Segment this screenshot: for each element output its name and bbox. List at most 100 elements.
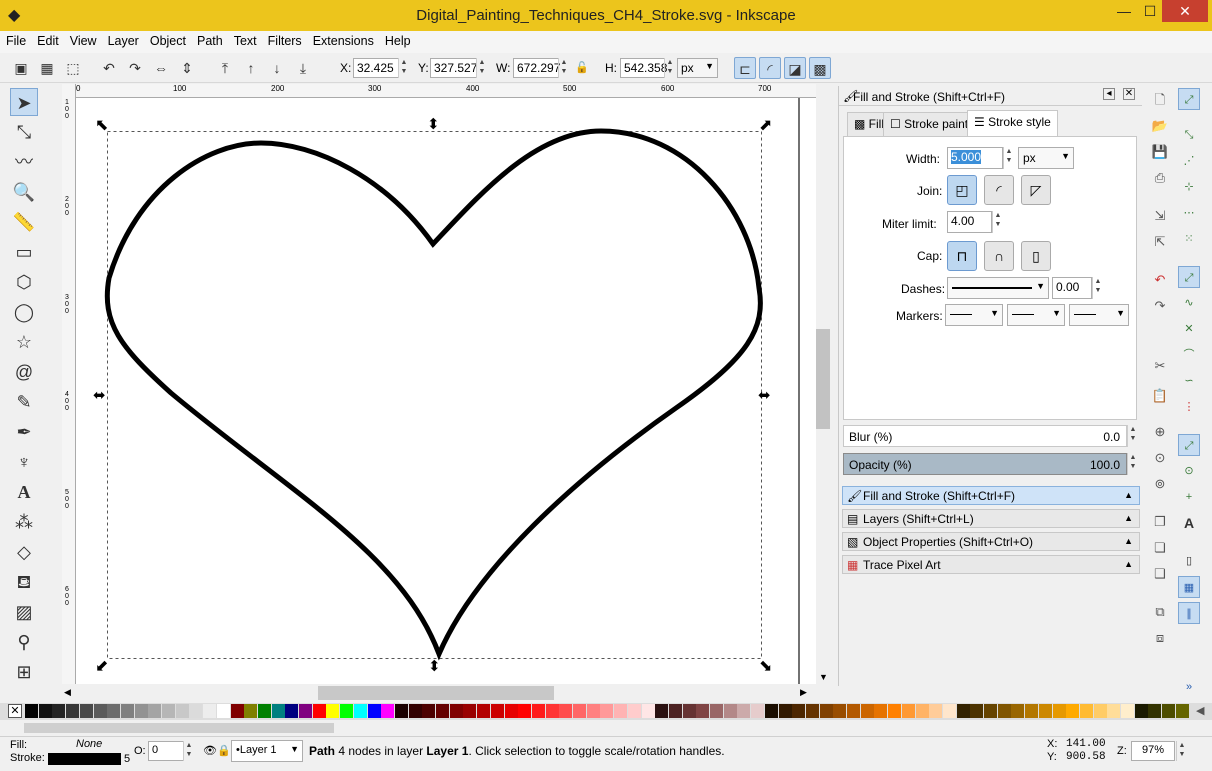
color-swatch[interactable]: [819, 704, 833, 718]
selector-tool-icon[interactable]: ➤: [10, 88, 38, 116]
select-all-layers-icon[interactable]: ▦: [36, 57, 58, 79]
lock-icon[interactable]: 🔓: [574, 57, 590, 79]
color-swatch[interactable]: [805, 704, 819, 718]
clone-icon[interactable]: ❏: [1150, 538, 1170, 558]
color-swatch[interactable]: [408, 704, 422, 718]
color-swatch[interactable]: [942, 704, 956, 718]
connector-tool-icon[interactable]: ⊞: [10, 658, 38, 686]
color-swatch[interactable]: [1134, 704, 1148, 718]
cut-icon[interactable]: ✂: [1150, 356, 1170, 376]
lower-icon[interactable]: ↓: [266, 57, 288, 79]
color-swatch[interactable]: [230, 704, 244, 718]
blur-slider[interactable]: Blur (%) 0.0: [843, 425, 1127, 447]
menu-text[interactable]: Text: [228, 31, 262, 48]
panel-object-properties[interactable]: ▧ Object Properties (Shift+Ctrl+O) ▲: [842, 532, 1140, 551]
color-swatch[interactable]: [518, 704, 532, 718]
color-swatch[interactable]: [285, 704, 299, 718]
color-swatch[interactable]: [148, 704, 162, 718]
square-cap-button[interactable]: ▯: [1021, 241, 1051, 271]
tab-stroke-style[interactable]: ☰ Stroke style: [967, 110, 1058, 137]
node-tool-icon[interactable]: ⤡: [10, 118, 38, 146]
snap-others-icon[interactable]: ⤢: [1178, 434, 1200, 456]
start-marker-select[interactable]: ▼: [945, 304, 1003, 326]
color-swatch[interactable]: [956, 704, 970, 718]
zoom-drawing-icon[interactable]: ⊙: [1150, 448, 1170, 468]
palette-scrollbar[interactable]: [0, 720, 1212, 736]
dash-pattern-select[interactable]: ▼: [947, 277, 1049, 299]
rectangle-tool-icon[interactable]: ▭: [10, 238, 38, 266]
stroke-indicator[interactable]: [48, 753, 121, 765]
color-swatch[interactable]: [1093, 704, 1107, 718]
color-swatch[interactable]: [422, 704, 436, 718]
palette-menu-icon[interactable]: ◀: [1196, 704, 1204, 717]
zoom-spinner[interactable]: ▲ ▼: [1176, 741, 1187, 761]
gradient-tool-icon[interactable]: ▨: [10, 598, 38, 626]
color-swatch[interactable]: [764, 704, 778, 718]
status-opacity-spinner[interactable]: ▲ ▼: [183, 741, 194, 761]
pen-tool-icon[interactable]: ✒: [10, 418, 38, 446]
color-swatch[interactable]: [52, 704, 66, 718]
menu-edit[interactable]: Edit: [31, 31, 64, 48]
color-swatch[interactable]: [1038, 704, 1052, 718]
color-swatch[interactable]: [751, 704, 765, 718]
deselect-icon[interactable]: ⬚: [62, 57, 84, 79]
color-swatch[interactable]: [1011, 704, 1025, 718]
color-swatch[interactable]: [847, 704, 860, 718]
raise-to-top-icon[interactable]: ⤒: [214, 57, 236, 79]
color-swatch[interactable]: [600, 704, 614, 718]
color-swatch[interactable]: [107, 704, 121, 718]
scale-radii-icon[interactable]: ◜: [759, 57, 781, 79]
color-swatch[interactable]: [655, 704, 669, 718]
color-swatch[interactable]: [970, 704, 984, 718]
color-swatch[interactable]: [162, 704, 175, 718]
color-swatch[interactable]: [38, 704, 52, 718]
color-swatch[interactable]: [120, 704, 134, 718]
pencil-tool-icon[interactable]: ✎: [10, 388, 38, 416]
snap-page-icon[interactable]: ▯: [1178, 550, 1200, 572]
end-marker-select[interactable]: ▼: [1069, 304, 1129, 326]
color-swatch[interactable]: [1162, 704, 1176, 718]
color-swatch[interactable]: [326, 704, 340, 718]
more-icon[interactable]: »: [1178, 676, 1200, 698]
miter-limit-spinner[interactable]: ▲ ▼: [992, 211, 1003, 233]
close-button[interactable]: ✕: [1162, 0, 1208, 22]
star-tool-icon[interactable]: ☆: [10, 328, 38, 356]
color-swatch[interactable]: [436, 704, 449, 718]
miter-join-button[interactable]: ◰: [947, 175, 977, 205]
menu-filters[interactable]: Filters: [262, 31, 307, 48]
color-swatch[interactable]: [394, 704, 408, 718]
color-swatch[interactable]: [1079, 704, 1093, 718]
color-swatch[interactable]: [353, 704, 367, 718]
color-swatch[interactable]: [381, 704, 395, 718]
maximize-button[interactable]: ☐: [1138, 0, 1162, 22]
snap-intersection-icon[interactable]: ✕: [1178, 318, 1200, 340]
color-swatch[interactable]: [463, 704, 477, 718]
color-swatch[interactable]: [25, 704, 38, 718]
x-input[interactable]: 32.425: [353, 58, 399, 78]
snap-nodes-icon[interactable]: ⤢: [1178, 266, 1200, 288]
vertical-scrollbar[interactable]: ▼: [816, 84, 832, 684]
scale-handle-icon[interactable]: ⬈: [759, 117, 772, 134]
rotate-ccw-icon[interactable]: ↶: [98, 57, 120, 79]
horizontal-scrollbar[interactable]: ◀ ▶: [62, 685, 832, 702]
panel-trace-pixel-art[interactable]: ▦ Trace Pixel Art ▲: [842, 555, 1140, 574]
color-swatch[interactable]: [1148, 704, 1162, 718]
paste-icon[interactable]: 📋: [1150, 386, 1170, 406]
no-paint-swatch[interactable]: ✕: [8, 704, 22, 718]
drawing-canvas[interactable]: ⬉ ⬍ ⬈ ⬌ ⬌ ⬋ ⬍ ⬊: [76, 98, 816, 684]
unit-select[interactable]: px ▼: [677, 58, 718, 78]
ungroup-icon[interactable]: ⧈: [1150, 628, 1170, 648]
stroke-width-value[interactable]: 5: [124, 753, 130, 765]
snap-grid-icon[interactable]: ▦: [1178, 576, 1200, 598]
flip-vertical-icon[interactable]: ⇕: [176, 57, 198, 79]
snap-bbox-edge-icon[interactable]: ⋰: [1178, 150, 1200, 172]
rotate-cw-icon[interactable]: ↷: [124, 57, 146, 79]
color-swatch[interactable]: [477, 704, 491, 718]
snap-midpoint-icon[interactable]: ⋮: [1178, 396, 1200, 418]
new-document-icon[interactable]: 🗋: [1150, 90, 1170, 110]
opacity-slider[interactable]: Opacity (%) 100.0: [843, 453, 1127, 475]
snap-enable-icon[interactable]: ⤢: [1178, 88, 1200, 110]
color-swatch[interactable]: [545, 704, 559, 718]
measure-tool-icon[interactable]: 📏: [10, 208, 38, 236]
color-swatch[interactable]: [627, 704, 641, 718]
